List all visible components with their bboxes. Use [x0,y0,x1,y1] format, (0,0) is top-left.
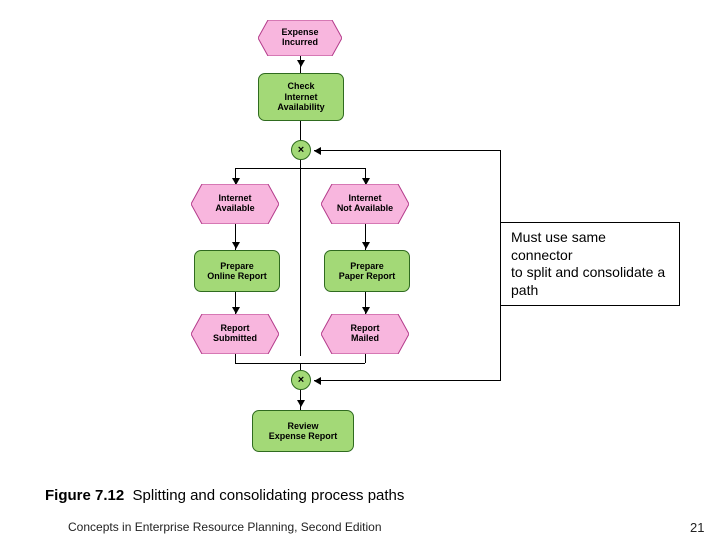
event-label: Expense Incurred [258,27,342,48]
event-expense-incurred: Expense Incurred [258,20,342,56]
event-label: Report Mailed [321,323,409,344]
connector-symbol: × [298,144,304,156]
edge [300,148,301,356]
figure-caption: Figure 7.12 Splitting and consolidating … [45,487,404,504]
callout-box: Must use same connector to split and con… [500,222,680,306]
arrowhead-down-icon [232,242,240,249]
event-report-submitted: Report Submitted [191,314,279,354]
event-report-mailed: Report Mailed [321,314,409,354]
activity-label: Prepare Online Report [207,261,267,282]
arrowhead-down-icon [362,307,370,314]
arrowhead-down-icon [232,307,240,314]
figure-text: Splitting and consolidating process path… [133,487,405,504]
connector-symbol: × [298,374,304,386]
event-label: Internet Available [191,193,279,214]
callout-line [314,150,500,151]
event-internet-not-available: Internet Not Available [321,184,409,224]
activity-label: Review Expense Report [269,421,338,442]
callout-text: Must use same connector to split and con… [511,229,665,298]
arrowhead-down-icon [362,242,370,249]
activity-prepare-paper: Prepare Paper Report [324,250,410,292]
event-label: Report Submitted [191,323,279,344]
figure-label: Figure 7.12 [45,487,124,504]
callout-line [314,380,500,381]
edge [235,168,365,169]
arrowhead-left-icon [314,147,321,155]
page-number: 21 [690,520,704,535]
activity-label: Prepare Paper Report [339,261,396,282]
activity-prepare-online: Prepare Online Report [194,250,280,292]
arrowhead-down-icon [297,400,305,407]
arrowhead-down-icon [297,60,305,67]
activity-label: Check Internet Availability [277,81,324,112]
xor-connector-top: × [291,140,311,160]
footer-text: Concepts in Enterprise Resource Planning… [68,520,382,534]
event-internet-available: Internet Available [191,184,279,224]
diagram-stage: Expense Incurred Internet Available Inte… [0,0,720,540]
activity-review-expense: Review Expense Report [252,410,354,452]
event-label: Internet Not Available [321,193,409,214]
arrowhead-left-icon [314,377,321,385]
activity-check-internet: Check Internet Availability [258,73,344,121]
xor-connector-bottom: × [291,370,311,390]
